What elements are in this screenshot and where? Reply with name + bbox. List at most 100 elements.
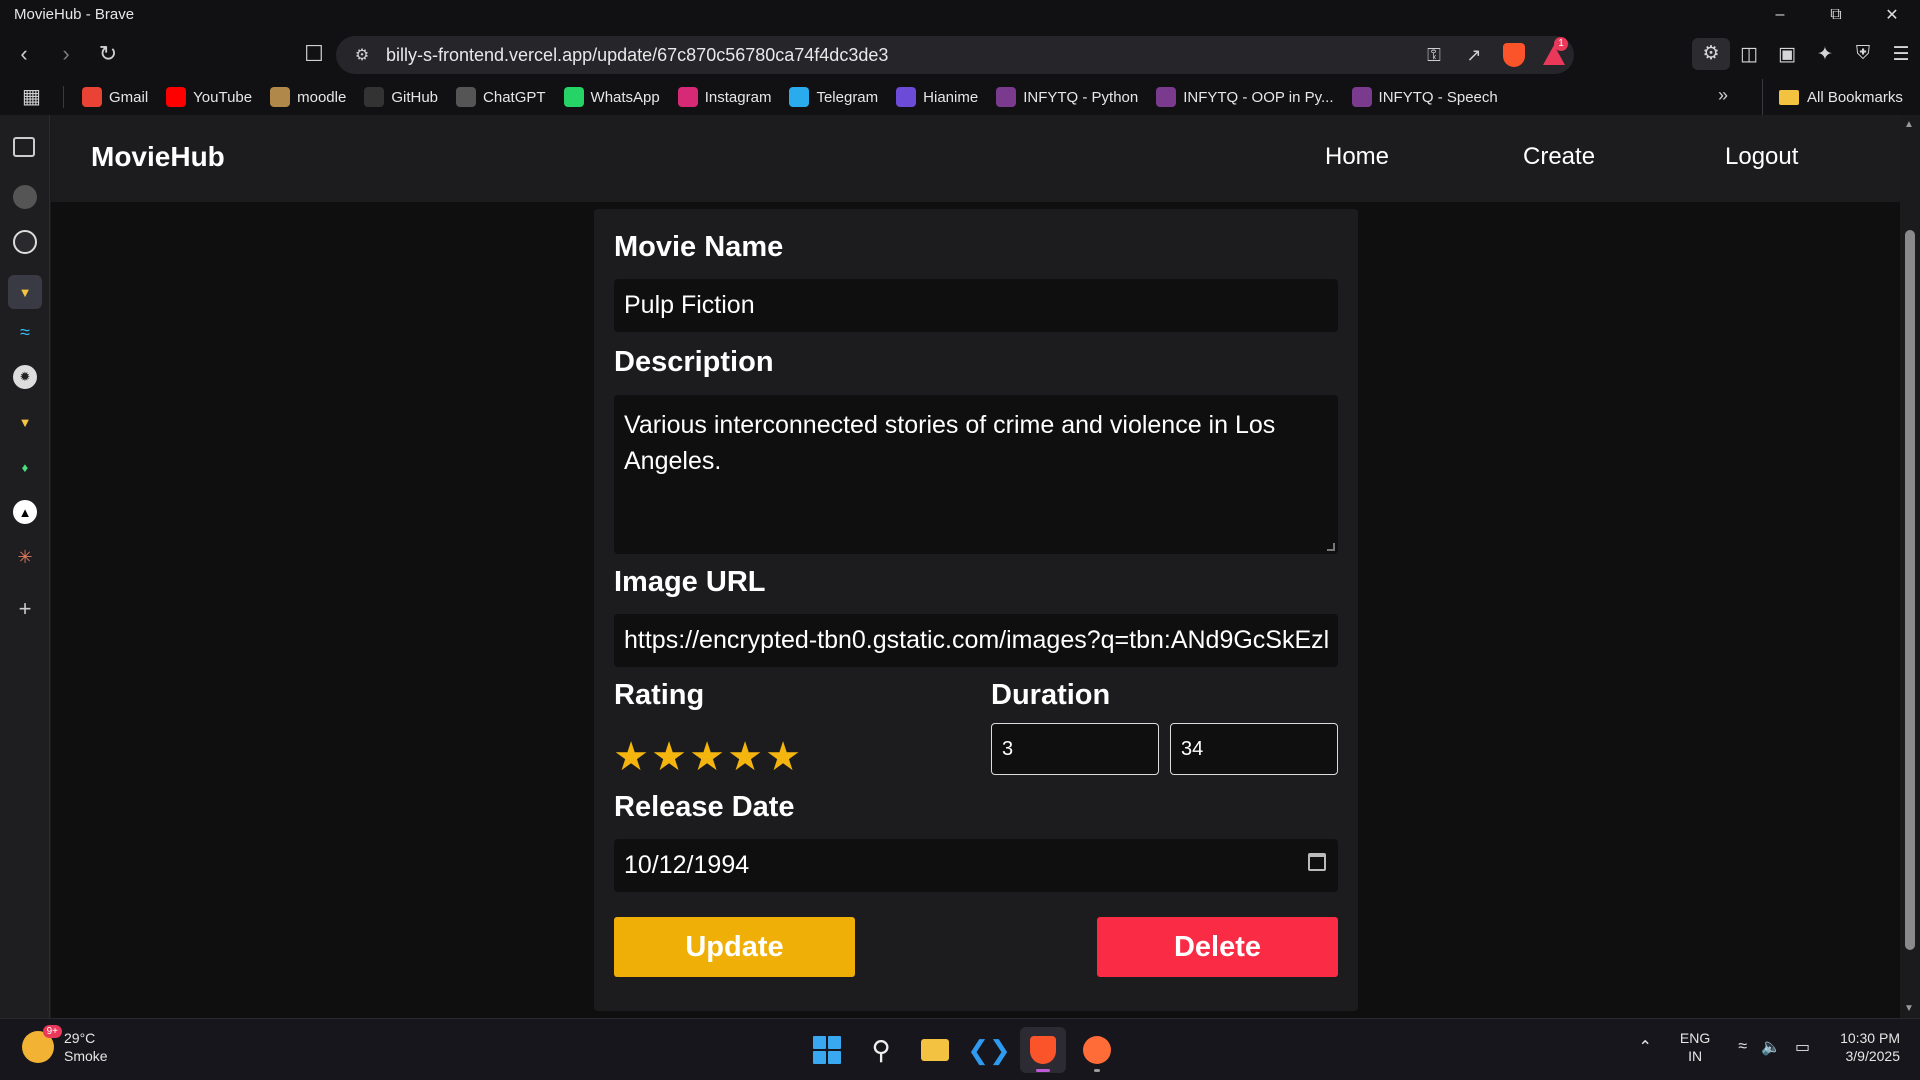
brave-rewards-icon[interactable]: 1 [1534,37,1574,65]
star-icon[interactable]: ★ [764,737,802,777]
globe-icon[interactable] [13,185,37,209]
nav-home-link[interactable]: Home [1325,143,1389,171]
nav-create-link[interactable]: Create [1523,143,1595,171]
more-bookmarks-icon[interactable]: » [1718,85,1728,106]
clock[interactable]: 10:30 PM 3/9/2025 [1840,1029,1900,1065]
url-text[interactable]: billy-s-frontend.vercel.app/update/67c87… [378,45,1414,66]
leo-ai-icon[interactable]: ✦ [1806,43,1844,66]
claude-icon[interactable]: ✳ [13,545,37,569]
duration-minutes-input[interactable]: 34 [1170,723,1338,775]
star-icon[interactable]: ★ [688,737,726,777]
duration-hours-input[interactable]: 3 [991,723,1159,775]
movie-name-input[interactable]: Pulp Fiction [614,279,1338,332]
postman-button[interactable] [1074,1027,1120,1073]
vscode-button[interactable]: ❮❯ [966,1027,1012,1073]
bookmark-item[interactable]: Hianime [896,87,978,107]
bookmark-item[interactable]: Gmail [82,87,148,107]
bookmark-label: WhatsApp [590,88,660,106]
delete-button[interactable]: Delete [1097,917,1338,977]
bookmark-item[interactable]: GitHub [364,87,438,107]
scroll-up-icon[interactable]: ▲ [1904,119,1914,130]
release-date-value: 10/12/1994 [624,851,750,879]
star-icon[interactable]: ★ [612,737,650,777]
star-icon[interactable]: ★ [726,737,764,777]
browser-toolbar: ‹ › ↻ ☐ ⚙ billy-s-frontend.vercel.app/up… [0,29,1920,79]
brave-taskbar-button[interactable] [1020,1027,1066,1073]
lang-top: ENG [1679,1030,1711,1046]
lang-bottom: IN [1688,1048,1703,1064]
scrollbar-thumb[interactable] [1905,230,1915,950]
minimize-button[interactable]: – [1752,0,1808,29]
update-button[interactable]: Update [614,917,855,977]
file-explorer-button[interactable] [912,1027,958,1073]
add-icon[interactable]: + [13,596,37,621]
running-indicator [1094,1069,1100,1072]
youtube-icon [166,87,187,107]
tailwind-icon[interactable]: ≈ [13,320,37,344]
release-date-input[interactable]: 10/12/1994 [614,839,1338,892]
description-textarea[interactable]: Various interconnected stories of crime … [614,395,1338,554]
rewards-badge: 1 [1554,37,1568,51]
nav-logout-link[interactable]: Logout [1725,143,1798,171]
bookmark-item[interactable]: INFYTQ - OOP in Py... [1156,87,1334,107]
github-icon[interactable] [13,230,37,254]
reload-button[interactable]: ↻ [90,36,126,72]
bookmark-item[interactable]: moodle [270,87,346,107]
password-key-icon[interactable]: ⚿ [1414,45,1454,66]
page-scrollbar[interactable]: ▲ ▼ [1900,115,1920,1018]
windows-taskbar: 9+ 29°C Smoke ⚲ ❮❯ ⌃ ENG IN ≈ 🔈 ▭ 10:30 … [0,1018,1920,1080]
all-bookmarks-button[interactable]: All Bookmarks [1762,79,1903,115]
sidebar-toggle-icon[interactable]: ◫ [1730,43,1768,66]
bookmark-item[interactable]: Instagram [677,87,771,107]
chatgpt-icon[interactable]: ✹ [13,365,37,389]
vpn-icon[interactable]: ⛨ [1844,43,1882,65]
extensions-icon[interactable]: ⚙ [1692,38,1730,70]
instagram-icon [677,87,698,107]
volume-icon[interactable]: 🔈 [1761,1037,1781,1057]
bookmark-item[interactable]: WhatsApp [563,87,660,107]
bookmark-item[interactable]: YouTube [166,87,252,107]
vite-icon-2[interactable]: ▼ [13,410,37,434]
vite-icon[interactable]: ▼ [8,275,42,309]
weather-text: 29°C Smoke [64,1029,108,1065]
bookmark-item[interactable]: ChatGPT [456,87,546,107]
weather-badge: 9+ [42,1025,62,1038]
forward-button[interactable]: › [48,36,84,72]
battery-icon[interactable]: ▭ [1795,1037,1810,1057]
chevron-up-icon[interactable]: ⌃ [1638,1037,1651,1057]
rating-stars[interactable]: ★ ★ ★ ★ ★ [612,737,802,777]
system-tray: ⌃ ENG IN ≈ 🔈 ▭ 10:30 PM 3/9/2025 [1624,1029,1900,1065]
start-button[interactable] [804,1027,850,1073]
scroll-down-icon[interactable]: ▼ [1904,1003,1914,1014]
back-button[interactable]: ‹ [6,36,42,72]
calendar-icon[interactable] [1308,853,1326,871]
menu-icon[interactable]: ☰ [1882,43,1920,66]
vercel-icon[interactable]: ▲ [13,500,37,524]
hianime-icon [896,87,917,107]
bookmark-icon[interactable]: ☐ [296,36,332,72]
brave-shields-icon[interactable] [1494,43,1534,67]
moodle-icon [270,87,291,107]
weather-widget[interactable]: 9+ 29°C Smoke [22,1025,108,1065]
resize-handle-icon[interactable] [1327,543,1335,551]
bookmark-item[interactable]: INFYTQ - Speech [1351,87,1498,107]
image-url-input[interactable]: https://encrypted-tbn0.gstatic.com/image… [614,614,1338,667]
infytq-icon [1351,87,1372,107]
close-button[interactable]: ✕ [1864,0,1920,29]
wallet-icon[interactable]: ▣ [1768,43,1806,66]
bookmark-item[interactable]: Telegram [789,87,878,107]
address-bar[interactable]: ⚙ billy-s-frontend.vercel.app/update/67c… [336,36,1574,74]
wifi-icon[interactable]: ≈ [1738,1038,1747,1056]
brand-logo[interactable]: MovieHub [91,141,225,173]
site-settings-icon[interactable]: ⚙ [346,45,378,65]
sidebar-panel-icon[interactable] [13,137,35,157]
restore-button[interactable]: ⧉ [1808,0,1864,29]
weather-condition: Smoke [64,1048,108,1064]
search-button[interactable]: ⚲ [858,1027,904,1073]
apps-grid-icon[interactable]: ▦ [0,86,64,108]
language-indicator[interactable]: ENG IN [1680,1029,1710,1065]
extension-icon[interactable]: ♦ [13,455,37,479]
bookmark-item[interactable]: INFYTQ - Python [996,87,1138,107]
share-icon[interactable]: ↗ [1454,45,1494,66]
star-icon[interactable]: ★ [650,737,688,777]
